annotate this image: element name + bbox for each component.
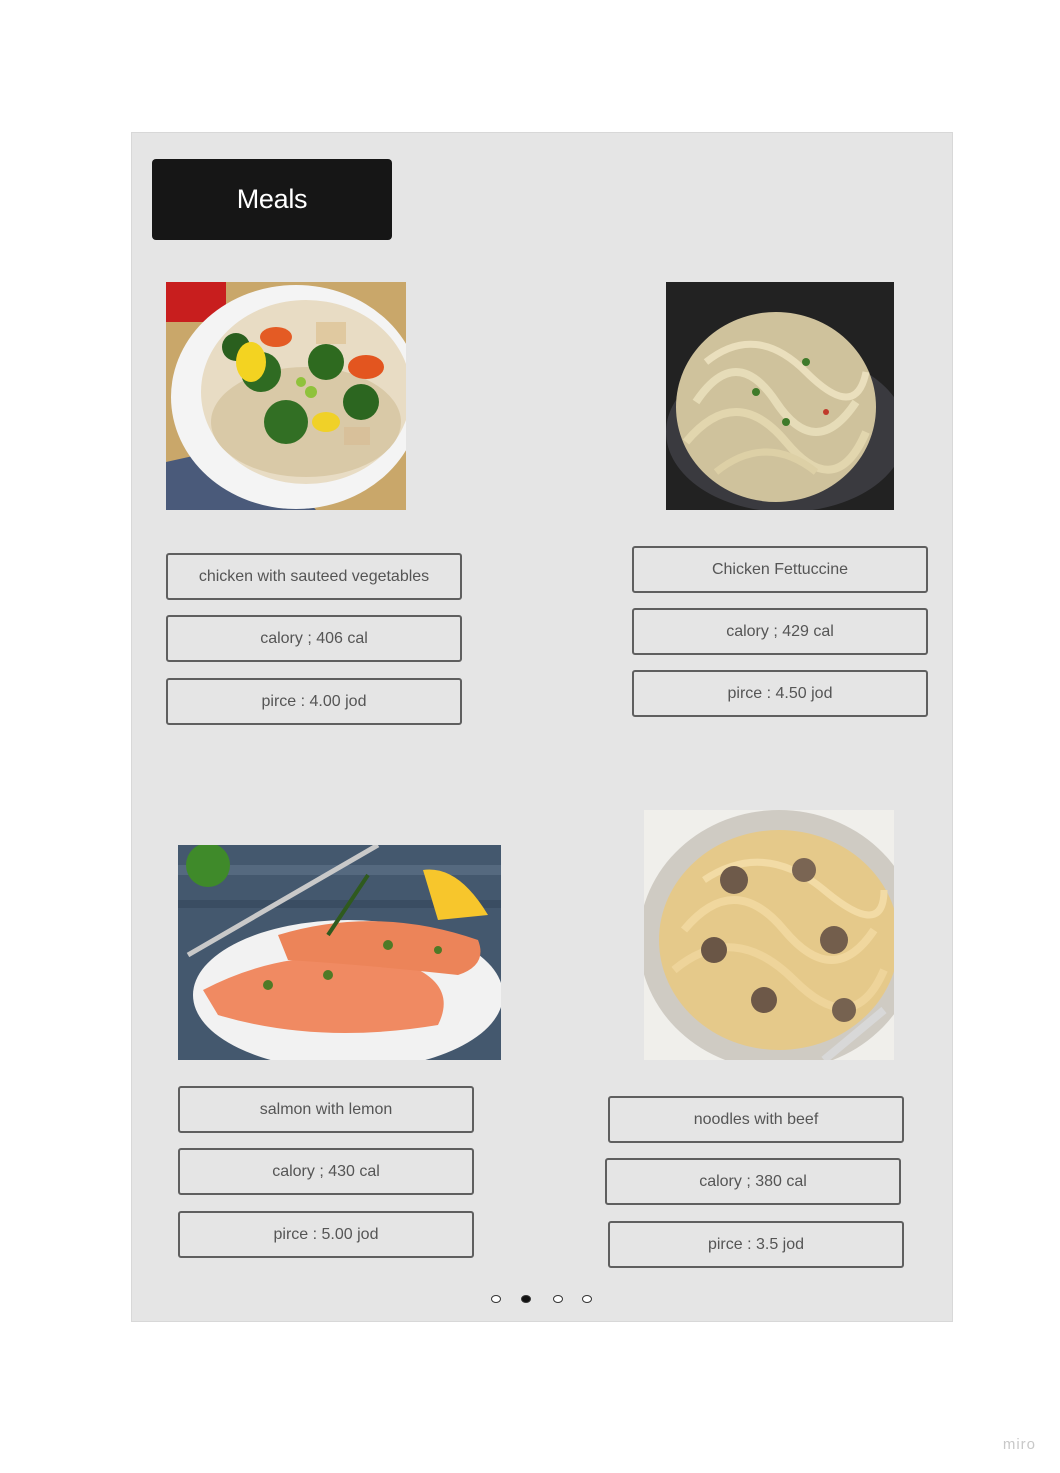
meal-calories-text: calory ; 406 cal bbox=[260, 629, 368, 647]
miro-watermark: miro bbox=[1002, 1436, 1036, 1453]
page-dot-3[interactable] bbox=[553, 1295, 563, 1303]
meal-calories-field[interactable]: calory ; 429 cal bbox=[632, 608, 928, 655]
meal-image-salmon-lemon[interactable] bbox=[178, 845, 501, 1060]
page-dot-4[interactable] bbox=[582, 1295, 592, 1303]
page-dot-2-active[interactable] bbox=[521, 1295, 531, 1303]
meal-name-field[interactable]: noodles with beef bbox=[608, 1096, 904, 1143]
meal-name-field[interactable]: salmon with lemon bbox=[178, 1086, 474, 1133]
meal-calories-field[interactable]: calory ; 406 cal bbox=[166, 615, 462, 662]
meal-calories-field[interactable]: calory ; 380 cal bbox=[605, 1158, 901, 1205]
meal-name-text: chicken with sauteed vegetables bbox=[198, 567, 430, 585]
meal-name-text: salmon with lemon bbox=[259, 1100, 393, 1118]
meal-image-chicken-vegetables[interactable] bbox=[166, 282, 406, 510]
meal-name-text: noodles with beef bbox=[693, 1110, 819, 1128]
meal-image-chicken-fettuccine[interactable] bbox=[666, 282, 894, 510]
meal-image-noodles-beef[interactable] bbox=[644, 810, 894, 1060]
meal-name-field[interactable]: Chicken Fettuccine bbox=[632, 546, 928, 593]
meal-price-text: pirce : 4.00 jod bbox=[261, 692, 367, 710]
meal-price-field[interactable]: pirce : 4.50 jod bbox=[632, 670, 928, 717]
meal-price-text: pirce : 4.50 jod bbox=[727, 684, 833, 702]
meal-price-field[interactable]: pirce : 5.00 jod bbox=[178, 1211, 474, 1258]
meal-price-field[interactable]: pirce : 3.5 jod bbox=[608, 1221, 904, 1268]
meal-price-text: pirce : 3.5 jod bbox=[707, 1235, 805, 1253]
meal-price-field[interactable]: pirce : 4.00 jod bbox=[166, 678, 462, 725]
meal-calories-text: calory ; 380 cal bbox=[699, 1172, 807, 1190]
meals-title-button[interactable]: Meals bbox=[152, 159, 392, 240]
meal-calories-field[interactable]: calory ; 430 cal bbox=[178, 1148, 474, 1195]
page-dot-1[interactable] bbox=[491, 1295, 501, 1303]
meal-calories-text: calory ; 430 cal bbox=[272, 1162, 380, 1180]
meals-title-label: Meals bbox=[236, 184, 308, 214]
meal-name-field[interactable]: chicken with sauteed vegetables bbox=[166, 553, 462, 600]
meal-calories-text: calory ; 429 cal bbox=[726, 622, 834, 640]
meal-price-text: pirce : 5.00 jod bbox=[273, 1225, 379, 1243]
meal-name-text: Chicken Fettuccine bbox=[711, 560, 849, 578]
